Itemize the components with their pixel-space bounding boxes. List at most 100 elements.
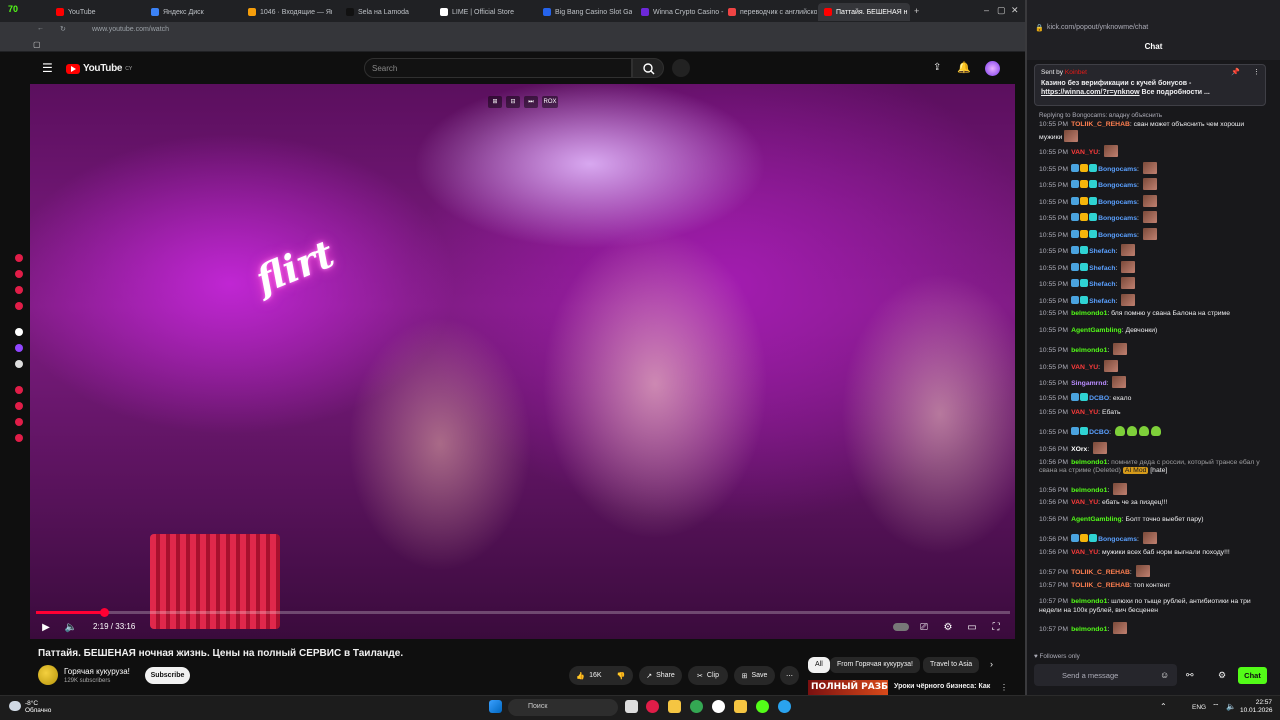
message-username[interactable]: VAN_YU <box>1071 549 1098 556</box>
sidebar-icon-6[interactable] <box>15 344 23 352</box>
chat-message[interactable]: 10:56 PM VAN_YU: ебать че за пиздец!!! <box>1039 499 1267 508</box>
reload-icon[interactable]: ↻ <box>60 25 66 33</box>
message-username[interactable]: DCBO <box>1089 429 1109 436</box>
share-button[interactable]: ↗ Share <box>639 666 682 685</box>
window-maximize-icon[interactable]: ▢ <box>997 5 1006 16</box>
notes-icon[interactable] <box>734 700 747 713</box>
chat-message[interactable]: 10:55 PM Shefach: <box>1039 277 1267 290</box>
more-actions-button[interactable]: ⋯ <box>780 666 799 685</box>
sidebar-icon-9[interactable] <box>15 402 23 410</box>
search-button[interactable] <box>632 58 664 78</box>
message-username[interactable]: XOrx <box>1071 446 1087 453</box>
message-username[interactable]: belmondo1 <box>1071 598 1107 605</box>
chat-message[interactable]: 10:56 PM belmondo1: <box>1039 482 1267 496</box>
message-username[interactable]: VAN_YU <box>1071 364 1098 371</box>
chips-next-icon[interactable]: › <box>990 659 993 669</box>
message-username[interactable]: Bongocams <box>1098 536 1137 543</box>
tray-arrow-icon[interactable]: ⌃ <box>1160 702 1167 711</box>
channel-avatar[interactable] <box>38 665 58 685</box>
browser-tab[interactable]: Winna Crypto Casino - Be <box>635 3 725 21</box>
recommended-thumbnail[interactable]: ПОЛНЫЙ РАЗБОР <box>808 680 888 695</box>
message-username[interactable]: DCBO <box>1089 395 1109 402</box>
message-username[interactable]: Shefach <box>1089 248 1115 255</box>
channel-name[interactable]: Горячая кукуруза! <box>64 667 130 676</box>
sidebar-icon-8[interactable] <box>15 386 23 394</box>
chat-message[interactable]: 10:55 PM VAN_YU: <box>1039 359 1267 373</box>
chat-message[interactable]: 10:55 PM TOLIIK_C_REHAB: сван может объяс… <box>1039 121 1267 142</box>
like-button[interactable]: 👍 16K <box>569 666 609 685</box>
message-username[interactable]: TOLIIK_C_REHAB <box>1071 582 1130 589</box>
chat-message[interactable]: 10:56 PM VAN_YU: мужики всех баб норм выг… <box>1039 549 1267 558</box>
chat-message[interactable]: 10:55 PM Bongocams: <box>1039 194 1267 208</box>
chip-all[interactable]: All <box>808 657 830 673</box>
opera-icon[interactable] <box>646 700 659 713</box>
sidebar-icon-1[interactable] <box>15 254 23 262</box>
telegram-icon[interactable] <box>778 700 791 713</box>
play-icon[interactable]: ▶ <box>39 620 53 634</box>
subtitles-icon[interactable]: ⎚ <box>917 620 931 634</box>
chat-settings-icon[interactable]: ⚙ <box>1218 670 1226 681</box>
pinned-link[interactable]: https://winna.com/?r=ynknow <box>1041 89 1140 96</box>
message-username[interactable]: VAN_YU <box>1071 149 1098 156</box>
clip-button[interactable]: ✂ Clip <box>688 666 728 685</box>
overlay-icon-2[interactable]: ⊟ <box>506 96 520 108</box>
speaker-icon[interactable]: 🔈 <box>1226 702 1236 711</box>
search-input[interactable]: Search <box>364 58 632 78</box>
back-icon[interactable]: ← <box>37 25 44 32</box>
message-username[interactable]: Bongocams <box>1098 199 1137 206</box>
fullscreen-icon[interactable]: ⛶ <box>989 620 1003 634</box>
chip-travel-asia[interactable]: Travel to Asia <box>923 657 980 673</box>
browser-tab[interactable]: Яндекс Диск <box>145 3 237 21</box>
message-username[interactable]: AgentGambling <box>1071 327 1122 334</box>
progress-bar[interactable] <box>36 608 1010 617</box>
overlay-icon-3[interactable]: ⏭ <box>524 96 538 108</box>
chat-message[interactable]: 10:56 PM AgentGambling: Болт точно выебет… <box>1039 516 1267 525</box>
sidebar-icon-5[interactable] <box>15 328 23 336</box>
pin-icon[interactable]: 📌 <box>1231 68 1240 76</box>
subscribe-button[interactable]: Subscribe <box>145 667 190 684</box>
browser-tab[interactable]: Паттайя. БЕШЕНАЯ н <box>818 3 910 21</box>
taskbar-search[interactable]: Поиск <box>508 699 618 716</box>
sidebar-icon-4[interactable] <box>15 302 23 310</box>
window-minimize-icon[interactable]: – <box>984 5 989 15</box>
message-username[interactable]: Shefach <box>1089 281 1115 288</box>
sidebar-icon-3[interactable] <box>15 286 23 294</box>
chat-message[interactable]: 10:55 PM Bongocams: <box>1039 161 1267 175</box>
window-close-icon[interactable]: ✕ <box>1011 5 1019 16</box>
message-username[interactable]: belmondo1 <box>1071 310 1107 317</box>
chat-message[interactable]: 10:56 PM XOrx: <box>1039 442 1267 455</box>
message-username[interactable]: TOLIIK_C_REHAB <box>1071 121 1130 128</box>
chat-send-button[interactable]: Chat <box>1238 667 1267 684</box>
chat-message[interactable]: 10:55 PM DCBO: ехало <box>1039 392 1267 404</box>
file-explorer-icon[interactable] <box>668 700 681 713</box>
url-text[interactable]: www.youtube.com/watch <box>92 26 169 33</box>
tab-counter[interactable]: 70 <box>8 4 18 14</box>
browser-tab[interactable]: LIME | Official Store <box>434 3 534 21</box>
chat-message[interactable]: 10:56 PM belmondo1: помните деда с россии… <box>1039 459 1267 476</box>
message-username[interactable]: Shefach <box>1089 298 1115 305</box>
chat-message[interactable]: 10:55 PM VAN_YU: Ебать <box>1039 409 1267 418</box>
x-icon[interactable] <box>15 360 23 368</box>
start-icon[interactable] <box>489 700 502 713</box>
menu-icon[interactable]: ☰ <box>42 61 53 75</box>
chat-message[interactable]: 10:57 PM belmondo1: шлюхи по тыще рублей,… <box>1039 598 1267 615</box>
message-username[interactable]: Bongocams <box>1098 182 1137 189</box>
browser-tab[interactable]: переводчик с английско <box>722 3 817 21</box>
chip-from-channel[interactable]: From Горячая кукуруза! <box>830 657 920 673</box>
message-username[interactable]: Singamrnd <box>1071 380 1107 387</box>
chat-message[interactable]: 10:55 PM DCBO: <box>1039 425 1267 438</box>
chat-message[interactable]: 10:55 PM Bongocams: <box>1039 211 1267 224</box>
chat-message[interactable]: 10:57 PM belmondo1: <box>1039 622 1267 635</box>
chrome-icon[interactable] <box>690 700 703 713</box>
message-username[interactable]: AgentGambling <box>1071 516 1122 523</box>
chat-input[interactable]: Send a message <box>1034 664 1177 686</box>
chat-message[interactable]: 10:55 PM VAN_YU: <box>1039 145 1267 158</box>
page-icon[interactable]: ▢ <box>33 40 41 49</box>
app-icon-green[interactable] <box>756 700 769 713</box>
notifications-icon[interactable]: 🔔 <box>957 61 971 74</box>
chat-message[interactable]: 10:55 PM Singamrnd: <box>1039 376 1267 389</box>
chat-message[interactable]: 10:55 PM Bongocams: <box>1039 227 1267 241</box>
message-username[interactable]: TOLIIK_C_REHAB <box>1071 569 1130 576</box>
overlay-icon-rox[interactable]: ROX <box>542 96 558 108</box>
recommended-more-icon[interactable]: ⋮ <box>1000 683 1008 692</box>
